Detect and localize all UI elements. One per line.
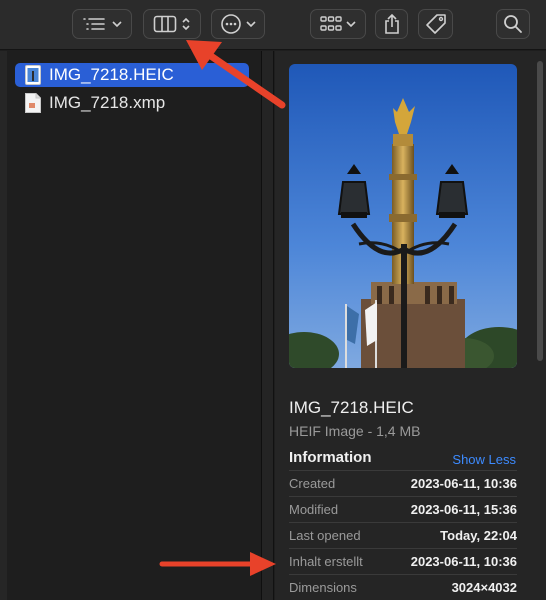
info-value: 3024×4032	[451, 580, 517, 595]
file-item-xmp[interactable]: IMG_7218.xmp	[15, 91, 249, 115]
info-key: Modified	[289, 502, 339, 517]
preview-file-name: IMG_7218.HEIC	[289, 398, 414, 417]
search-icon	[504, 15, 522, 33]
image-preview	[289, 64, 517, 368]
info-key: Last opened	[289, 528, 361, 543]
column-divider[interactable]	[262, 51, 274, 600]
column-gutter	[0, 51, 7, 600]
file-name: IMG_7218.xmp	[49, 93, 166, 112]
share-button[interactable]	[375, 9, 408, 39]
information-heading: Information	[289, 449, 372, 466]
chevron-down-icon	[346, 21, 356, 28]
preview-file-kind: HEIF Image - 1,4 MB	[289, 423, 421, 439]
info-value: Today, 22:04	[440, 528, 517, 543]
info-key: Created	[289, 476, 336, 491]
more-actions-icon	[221, 14, 241, 34]
finder-toolbar	[0, 0, 546, 50]
column-view-button[interactable]	[143, 9, 201, 39]
info-row-modified: Modified 2023-06-11, 15:36	[289, 496, 517, 522]
preview-pane: IMG_7218.HEIC HEIF Image - 1,4 MB Inform…	[275, 51, 546, 600]
vertical-scrollbar[interactable]	[537, 61, 543, 361]
chevron-down-icon	[246, 21, 256, 28]
column-view-icon	[153, 15, 177, 33]
show-less-link[interactable]: Show Less	[452, 452, 516, 467]
info-key: Dimensions	[289, 580, 357, 595]
group-by-icon	[320, 16, 342, 31]
chevron-down-icon	[112, 21, 122, 28]
info-row-created: Created 2023-06-11, 10:36	[289, 470, 517, 496]
file-name: IMG_7218.HEIC	[49, 65, 174, 84]
info-value: 2023-06-11, 15:36	[410, 502, 517, 517]
file-item-heic[interactable]: IMG_7218.HEIC	[15, 63, 249, 87]
search-button[interactable]	[496, 9, 530, 39]
more-actions-button[interactable]	[211, 9, 265, 39]
info-row-last-opened: Last opened Today, 22:04	[289, 522, 517, 548]
file-list-column: IMG_7218.HEIC IMG_7218.xmp	[0, 51, 262, 600]
list-view-button[interactable]	[72, 9, 132, 39]
list-view-icon	[83, 18, 105, 30]
info-key: Inhalt erstellt	[289, 554, 363, 569]
up-down-chevron-icon	[182, 17, 190, 31]
document-file-icon	[25, 93, 41, 113]
info-row-dimensions: Dimensions 3024×4032	[289, 574, 517, 600]
info-value: 2023-06-11, 10:36	[410, 476, 517, 491]
tag-button[interactable]	[418, 9, 453, 39]
image-file-icon	[25, 65, 41, 85]
share-icon	[384, 13, 399, 34]
group-by-button[interactable]	[310, 9, 366, 39]
tag-icon	[425, 14, 446, 34]
info-row-inhalt-erstellt: Inhalt erstellt 2023-06-11, 10:36	[289, 548, 517, 574]
info-value: 2023-06-11, 10:36	[410, 554, 517, 569]
